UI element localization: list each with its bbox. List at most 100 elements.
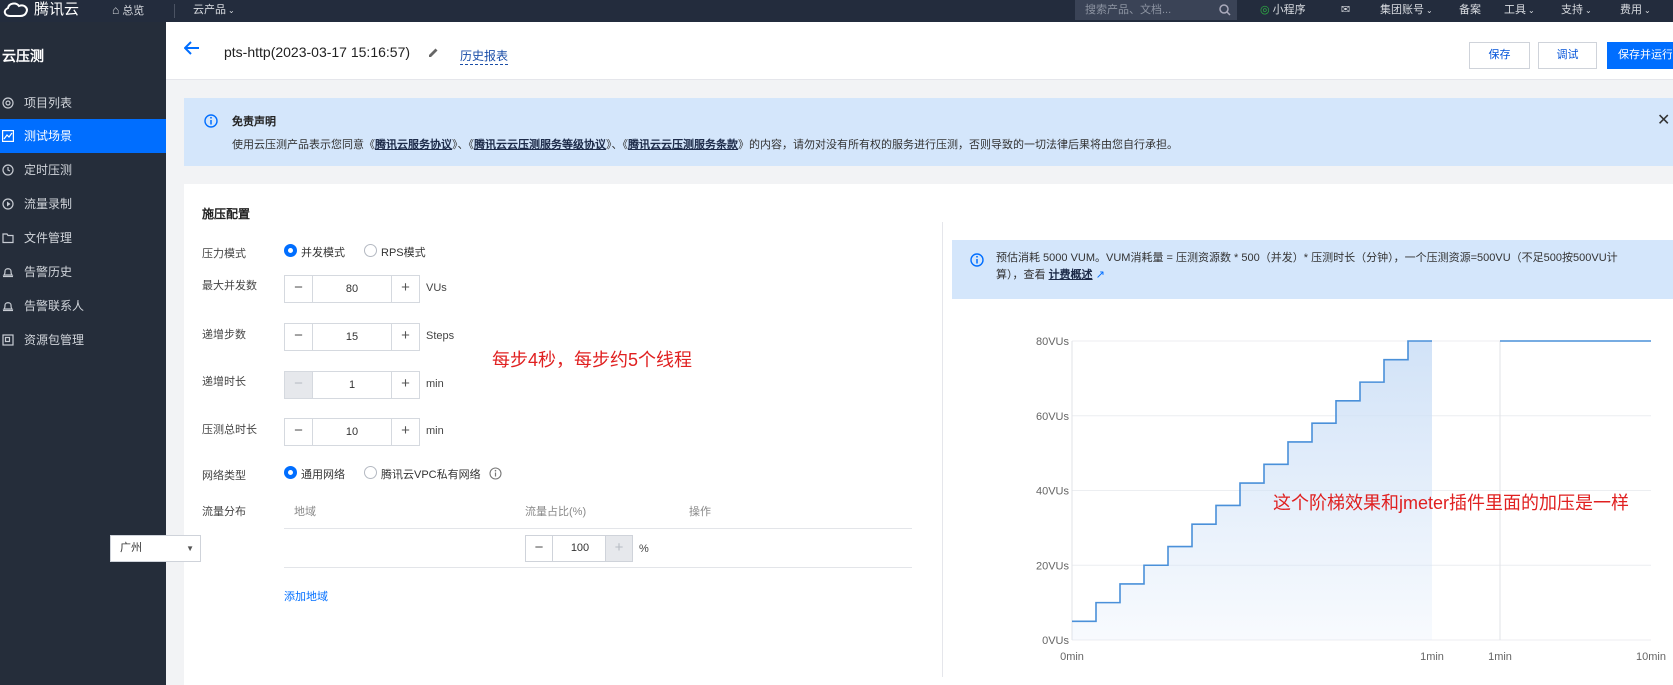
- clock-icon: [2, 164, 14, 176]
- ramp-steps-stepper: − 15 +: [284, 323, 420, 351]
- chevron-down-icon: ⌄: [1426, 6, 1433, 15]
- ramp-time-input[interactable]: 1: [313, 372, 391, 398]
- sidebar-item-label: 流量录制: [24, 197, 73, 211]
- add-region-link[interactable]: 添加地域: [284, 588, 328, 604]
- chevron-down-icon: ⌄: [1644, 6, 1651, 15]
- column-header-ratio: 流量占比(%): [525, 506, 587, 518]
- debug-button[interactable]: 调试: [1538, 42, 1597, 69]
- arrow-left-icon[interactable]: [184, 41, 200, 55]
- chevron-down-icon: ⌄: [1528, 6, 1535, 15]
- sidebar: 云压测 项目列表 测试场景 定时压测 流量录制 文件管理 告警历史 告警联系人 …: [0, 22, 166, 685]
- sidebar-item-file-management[interactable]: 文件管理: [0, 221, 166, 255]
- sidebar-item-alert-contacts[interactable]: 告警联系人: [0, 289, 166, 323]
- history-report-link[interactable]: 历史报表: [460, 47, 509, 65]
- unit-label: min: [426, 425, 444, 437]
- radio-label: RPS模式: [381, 247, 426, 259]
- mail-icon[interactable]: ✉: [1341, 0, 1350, 22]
- decrement-button[interactable]: −: [285, 419, 313, 445]
- radio-dot: [284, 466, 297, 479]
- miniprogram-icon: ◎: [1260, 4, 1270, 16]
- decrement-button[interactable]: −: [285, 276, 313, 302]
- sidebar-item-test-scenarios[interactable]: 测试场景: [0, 119, 166, 153]
- notice-title: 免责声明: [232, 116, 276, 128]
- sidebar-item-traffic-recording[interactable]: 流量录制: [0, 187, 166, 221]
- column-header-region: 地域: [294, 506, 316, 518]
- sla-link[interactable]: 腾讯云云压测服务等级协议: [474, 139, 606, 151]
- table-divider: [284, 528, 912, 529]
- section-title: 施压配置: [202, 207, 251, 221]
- page-header: pts-http(2023-03-17 15:16:57) 历史报表 保存 调试…: [166, 22, 1673, 80]
- total-time-input[interactable]: 10: [313, 419, 391, 445]
- increment-button[interactable]: +: [391, 372, 419, 398]
- beian-link[interactable]: 备案: [1459, 0, 1481, 22]
- unit-label: Steps: [426, 330, 455, 342]
- decrement-button[interactable]: −: [285, 372, 313, 398]
- save-and-run-button[interactable]: 保存并运行: [1607, 42, 1673, 69]
- vpc-network-radio[interactable]: 腾讯云VPC私有网络: [364, 466, 481, 482]
- radio-dot: [364, 466, 377, 479]
- tools-label: 工具: [1504, 4, 1526, 16]
- sidebar-title: 云压测: [2, 48, 44, 64]
- support-label: 支持: [1561, 4, 1583, 16]
- save-button[interactable]: 保存: [1469, 42, 1530, 69]
- brand-logo[interactable]: 腾讯云: [2, 0, 79, 22]
- account-label: 集团账号: [1380, 4, 1424, 16]
- rps-mode-radio[interactable]: RPS模式: [364, 244, 426, 260]
- close-icon[interactable]: ✕: [1657, 110, 1673, 130]
- radio-label: 通用网络: [301, 469, 345, 481]
- billing-label: 费用: [1620, 4, 1642, 16]
- network-type-label: 网络类型: [202, 470, 246, 482]
- billing-overview-link[interactable]: 计费概述: [1049, 269, 1093, 281]
- contact-icon: [2, 302, 14, 312]
- ramp-time-stepper: − 1 +: [284, 371, 420, 399]
- play-icon: [2, 198, 14, 210]
- radio-label: 腾讯云VPC私有网络: [381, 469, 481, 481]
- miniprogram-label: 小程序: [1272, 4, 1306, 16]
- overview-link[interactable]: ⌂ 总览: [112, 0, 144, 22]
- traffic-ratio-input[interactable]: 100: [553, 536, 607, 561]
- traffic-distribution-label: 流量分布: [202, 506, 246, 518]
- sidebar-item-scheduled-tests[interactable]: 定时压测: [0, 153, 166, 187]
- increment-button[interactable]: +: [605, 536, 632, 561]
- ramp-steps-input[interactable]: 15: [313, 324, 391, 350]
- overview-label: 总览: [122, 5, 145, 17]
- increment-button[interactable]: +: [391, 324, 419, 350]
- top-navbar: 腾讯云 ⌂ 总览 云产品 ⌄ 搜索产品、文档... ◎ 小程序 ✉ 集团账号 ⌄ 备…: [0, 0, 1673, 22]
- sidebar-item-package-management[interactable]: 资源包管理: [0, 323, 166, 357]
- concurrent-mode-radio[interactable]: 并发模式: [284, 244, 345, 260]
- sidebar-item-project-list[interactable]: 项目列表: [0, 86, 166, 120]
- sidebar-item-alert-history[interactable]: 告警历史: [0, 255, 166, 289]
- max-concurrency-input[interactable]: 80: [313, 276, 391, 302]
- support-menu[interactable]: 支持 ⌄: [1561, 0, 1592, 22]
- ramp-steps-label: 递增步数: [202, 329, 246, 341]
- column-header-action: 操作: [689, 506, 711, 518]
- search-input[interactable]: 搜索产品、文档...: [1075, 0, 1237, 20]
- total-time-label: 压测总时长: [202, 424, 257, 436]
- chevron-down-icon: ⌄: [1585, 6, 1592, 15]
- increment-button[interactable]: +: [391, 419, 419, 445]
- tools-menu[interactable]: 工具 ⌄: [1504, 0, 1535, 22]
- account-menu[interactable]: 集团账号 ⌄: [1380, 0, 1433, 22]
- general-network-radio[interactable]: 通用网络: [284, 466, 345, 482]
- region-select[interactable]: 广州 ▼: [110, 535, 201, 562]
- products-label: 云产品: [193, 4, 226, 16]
- folder-icon: [2, 233, 14, 244]
- service-agreement-link[interactable]: 腾讯云服务协议: [375, 139, 452, 151]
- increment-button[interactable]: +: [391, 276, 419, 302]
- decrement-button[interactable]: −: [285, 324, 313, 350]
- radio-label: 并发模式: [301, 247, 345, 259]
- decrement-button[interactable]: −: [526, 536, 553, 561]
- pressure-mode-label: 压力模式: [202, 248, 246, 260]
- pencil-icon[interactable]: [428, 47, 439, 58]
- notice-text-pre: 使用云压测产品表示您同意《: [232, 139, 375, 151]
- info-icon[interactable]: [489, 467, 502, 480]
- products-menu[interactable]: 云产品 ⌄: [193, 0, 235, 22]
- chart-icon: [2, 130, 14, 142]
- miniprogram-link[interactable]: ◎ 小程序: [1260, 0, 1306, 22]
- service-terms-link[interactable]: 腾讯云云压测服务条款: [628, 139, 738, 151]
- billing-menu[interactable]: 费用 ⌄: [1620, 0, 1651, 22]
- info-icon: [970, 253, 984, 267]
- unit-label: min: [426, 378, 444, 390]
- beian-label: 备案: [1459, 4, 1481, 16]
- total-time-stepper: − 10 +: [284, 418, 420, 446]
